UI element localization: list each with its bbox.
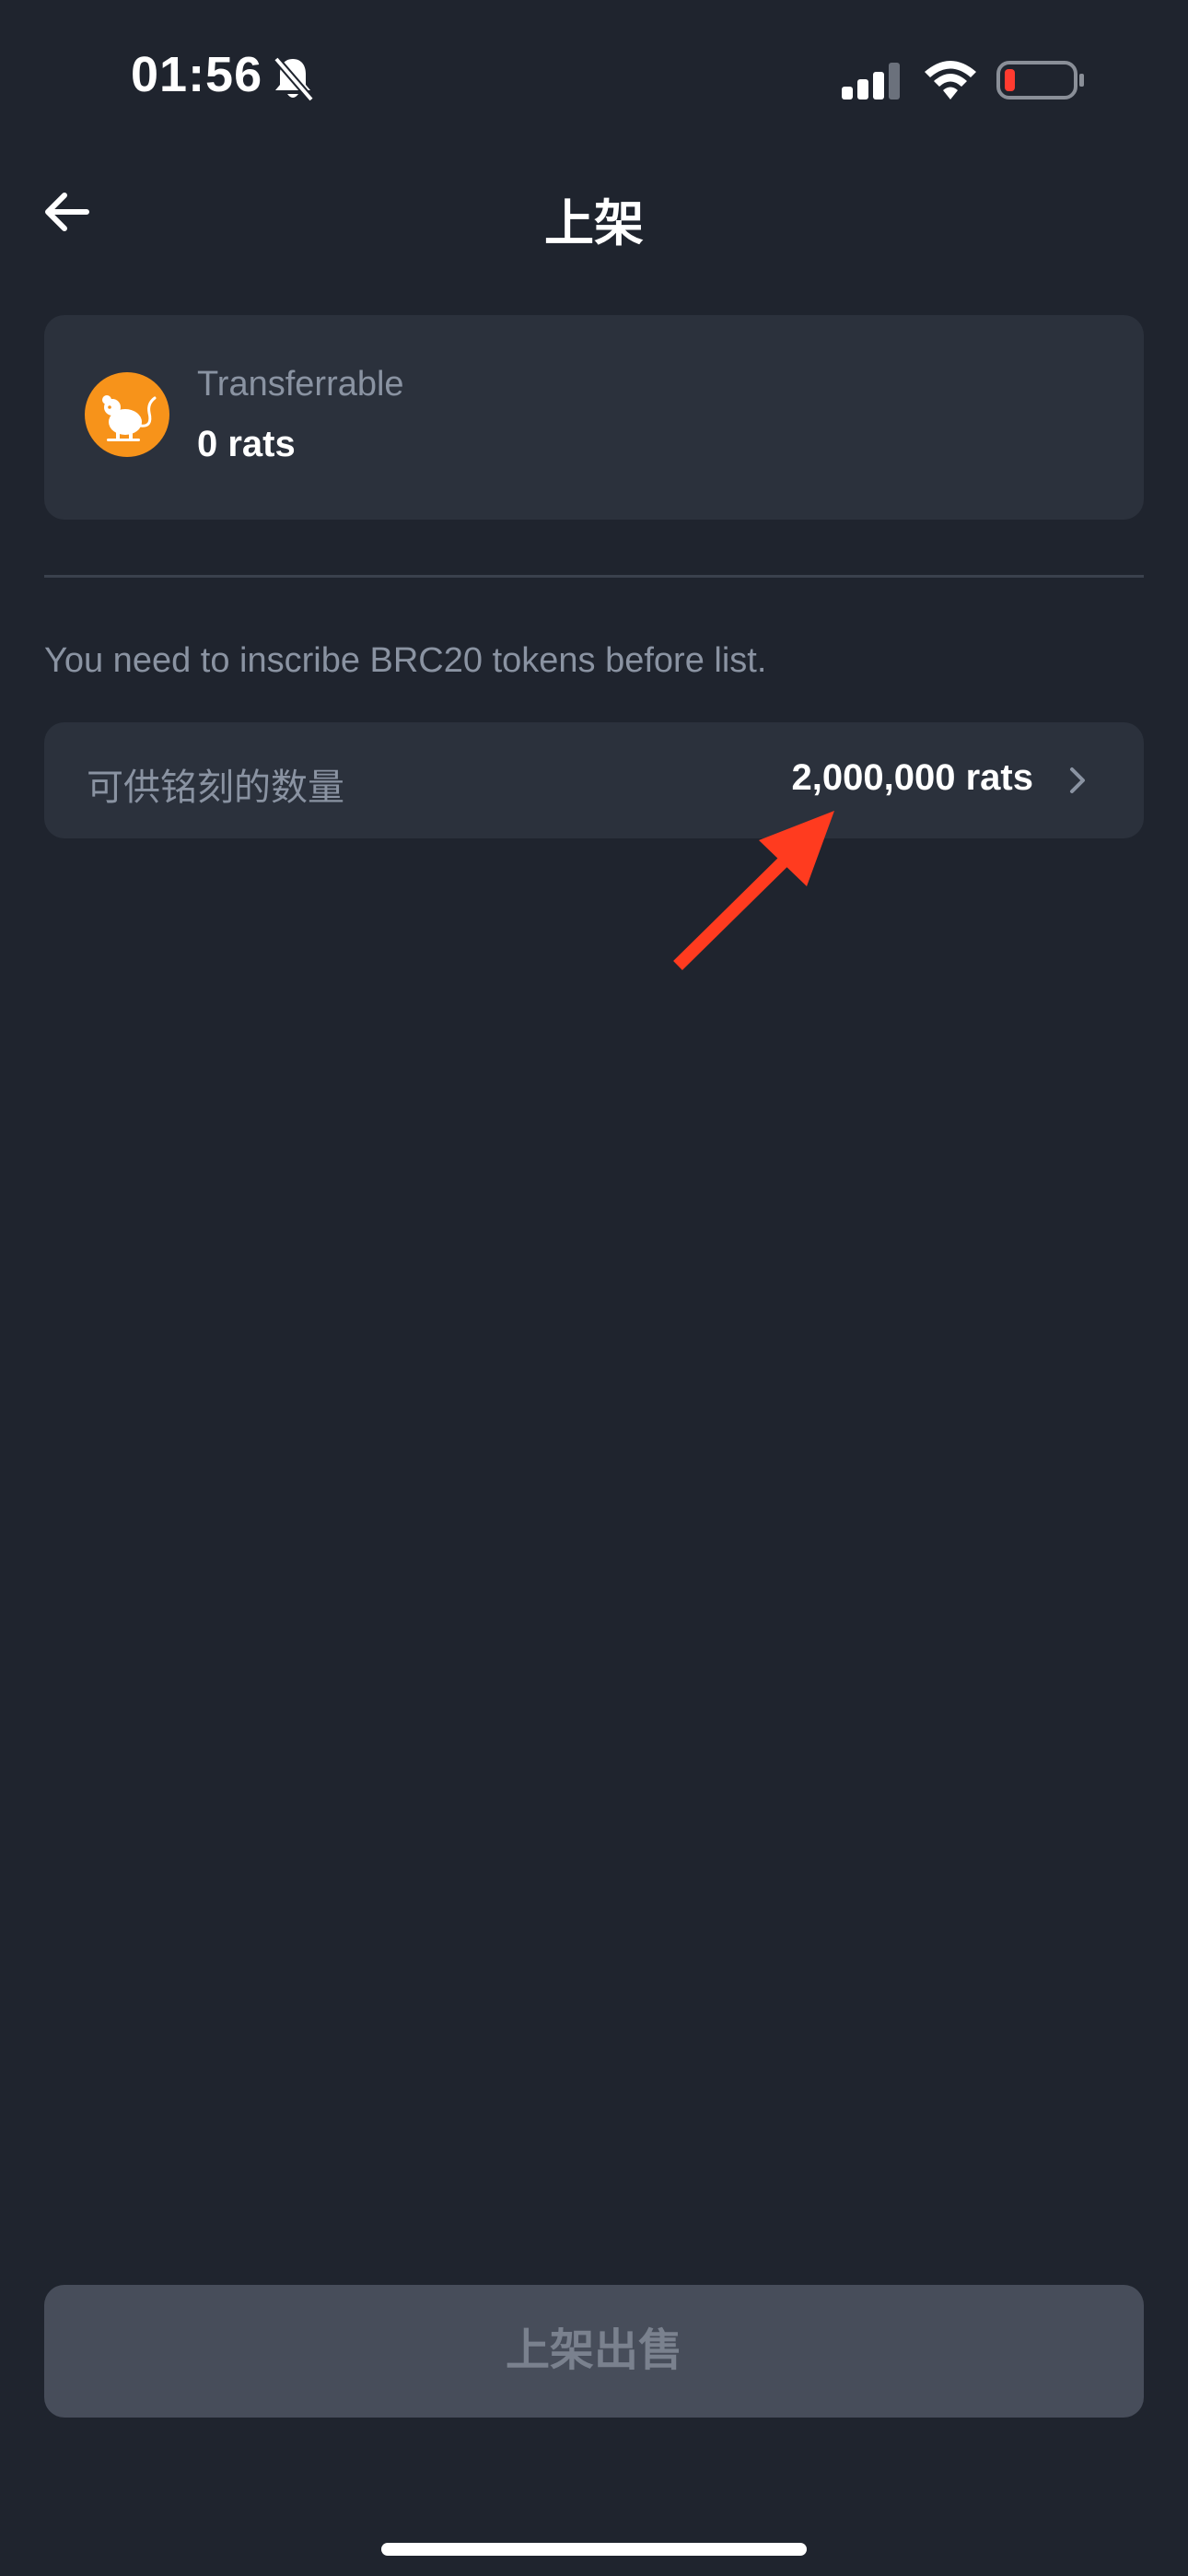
inscribable-amount-row[interactable]: 可供铭刻的数量 2,000,000 rats	[44, 722, 1144, 838]
rat-icon	[85, 372, 169, 457]
list-for-sale-button[interactable]: 上架出售	[44, 2285, 1144, 2418]
status-bar: 01:56	[0, 0, 1188, 166]
inscribable-amount-label: 可供铭刻的数量	[87, 767, 344, 808]
token-balance: 0 rats	[197, 424, 296, 464]
bell-slash-icon	[273, 56, 315, 102]
divider	[44, 575, 1144, 578]
chevron-right-icon	[1070, 767, 1085, 793]
home-indicator	[381, 2543, 807, 2556]
wifi-icon	[925, 61, 976, 100]
token-label: Transferrable	[197, 365, 404, 404]
battery-low-icon	[996, 61, 1084, 100]
header: 上架	[0, 166, 1188, 258]
token-balance-card: Transferrable 0 rats	[44, 315, 1144, 520]
signal-icon	[842, 63, 900, 100]
page-title: 上架	[544, 196, 644, 252]
inscribe-notice: You need to inscribe BRC20 tokens before…	[44, 641, 767, 680]
status-time: 01:56	[131, 47, 263, 102]
inscribable-amount-value: 2,000,000 rats	[791, 757, 1033, 798]
